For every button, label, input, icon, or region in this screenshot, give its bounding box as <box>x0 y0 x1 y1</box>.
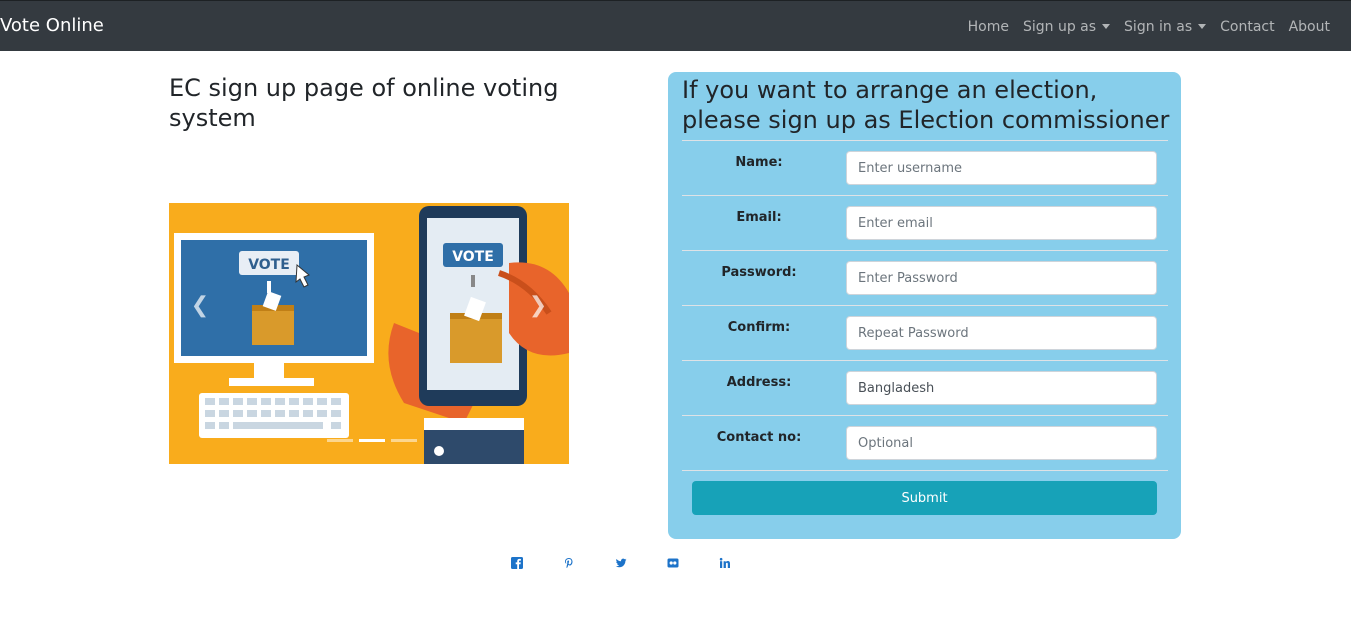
address-input[interactable] <box>846 371 1157 405</box>
social-links <box>509 557 769 573</box>
form-divider <box>682 470 1168 471</box>
facebook-icon[interactable] <box>509 557 525 573</box>
form-row-address: Address: <box>682 360 1168 415</box>
online-voting-illustration: VOTE VOTE <box>169 203 569 464</box>
nav-about-label: About <box>1288 19 1330 35</box>
confirm-label: Confirm: <box>727 320 791 335</box>
carousel-indicator[interactable] <box>327 439 353 442</box>
caret-down-icon <box>1102 24 1111 29</box>
carousel-indicators <box>324 439 420 442</box>
form-title: If you want to arrange an election, plea… <box>682 76 1170 134</box>
nav-home[interactable]: Home <box>968 18 1009 36</box>
address-label: Address: <box>726 375 792 390</box>
nav-signup-dropdown[interactable]: Sign up as <box>1022 18 1111 36</box>
password-input[interactable] <box>846 261 1157 295</box>
chevron-right-icon[interactable]: ❯ <box>523 291 553 321</box>
carousel-indicator-active[interactable] <box>359 439 385 442</box>
flickr-icon[interactable] <box>665 557 681 573</box>
pinterest-icon[interactable] <box>561 557 577 573</box>
nav-home-label: Home <box>967 19 1009 35</box>
vote-label-phone: VOTE <box>452 249 494 265</box>
form-row-name: Name: <box>682 140 1168 195</box>
linkedin-icon[interactable] <box>717 557 733 573</box>
password-label: Password: <box>721 265 797 280</box>
username-input[interactable] <box>846 151 1157 185</box>
brand-link[interactable]: Vote Online <box>0 15 104 37</box>
name-label: Name: <box>735 155 783 170</box>
twitter-icon[interactable] <box>613 557 629 573</box>
nav-contact[interactable]: Contact <box>1220 18 1274 36</box>
form-row-confirm: Confirm: <box>682 305 1168 360</box>
nav-contact-label: Contact <box>1220 19 1275 35</box>
caret-down-icon <box>1198 24 1207 29</box>
signup-form-panel: If you want to arrange an election, plea… <box>668 72 1181 539</box>
confirm-password-input[interactable] <box>846 316 1157 350</box>
contact-input[interactable] <box>846 426 1157 460</box>
form-row-email: Email: <box>682 195 1168 250</box>
nav-about[interactable]: About <box>1289 18 1330 36</box>
nav-menu: Home Sign up as Sign in as Contact About <box>954 18 1330 36</box>
email-input[interactable] <box>846 206 1157 240</box>
nav-signin-label: Sign in as <box>1124 19 1193 35</box>
nav-signin-dropdown[interactable]: Sign in as <box>1124 18 1207 36</box>
email-label: Email: <box>736 210 782 225</box>
image-carousel: VOTE VOTE ❮ ❯ <box>169 203 569 464</box>
carousel-indicator[interactable] <box>391 439 417 442</box>
nav-signup-label: Sign up as <box>1022 19 1097 35</box>
contact-label: Contact no: <box>716 430 802 445</box>
submit-button[interactable]: Submit <box>692 481 1157 515</box>
form-row-password: Password: <box>682 250 1168 305</box>
vote-label: VOTE <box>248 257 290 273</box>
navbar: Vote Online Home Sign up as Sign in as C… <box>0 0 1351 51</box>
form-row-contact: Contact no: <box>682 415 1168 470</box>
chevron-left-icon[interactable]: ❮ <box>185 291 215 321</box>
page-title: EC sign up page of online voting system <box>169 74 559 132</box>
